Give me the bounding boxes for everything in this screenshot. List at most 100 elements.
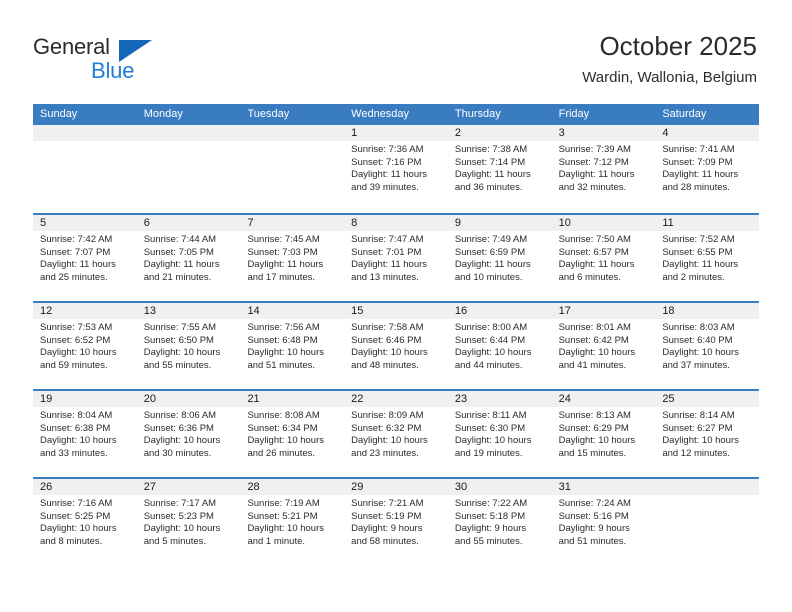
daylight-text: Daylight: 9 hours and 55 minutes. — [454, 523, 527, 547]
sunset-text: Sunset: 5:16 PM — [558, 510, 629, 522]
calendar-day-cell[interactable]: 1 Sunrise: 7:36 AM Sunset: 7:16 PM Daylight… — [344, 125, 448, 213]
calendar-day-cell[interactable]: 26 Sunrise: 7:16 AM Sunset: 5:25 PM Dayligh… — [33, 479, 137, 565]
calendar-day-cell[interactable]: 27 Sunrise: 7:17 AM Sunset: 5:23 PM Dayligh… — [136, 479, 241, 565]
sunrise-text: Sunrise: 7:17 AM — [143, 498, 217, 509]
day-number: 30 — [447, 479, 552, 495]
calendar-day-cell-empty — [240, 125, 345, 213]
day-sun-info: Sunrise: 7:17 AM Sunset: 5:23 PM Daylight:… — [137, 495, 241, 548]
calendar-day-cell-empty — [136, 125, 241, 213]
calendar-day-cell[interactable]: 16 Sunrise: 8:00 AM Sunset: 6:44 PM Dayligh… — [447, 303, 552, 389]
calendar-day-cell[interactable]: 31 Sunrise: 7:24 AM Sunset: 5:16 PM Dayligh… — [551, 479, 656, 565]
calendar-day-cell[interactable]: 3 Sunrise: 7:39 AM Sunset: 7:12 PM Daylight… — [551, 125, 656, 213]
calendar-day-cell[interactable]: 22 Sunrise: 8:09 AM Sunset: 6:32 PM Dayligh… — [344, 391, 448, 477]
day-sun-info: Sunrise: 7:38 AM Sunset: 7:14 PM Daylight:… — [448, 141, 552, 194]
daylight-text: Daylight: 11 hours and 25 minutes. — [40, 259, 116, 283]
day-number: 24 — [551, 391, 656, 407]
calendar-day-cell[interactable]: 2 Sunrise: 7:38 AM Sunset: 7:14 PM Daylight… — [447, 125, 552, 213]
daylight-text: Daylight: 10 hours and 15 minutes. — [558, 435, 636, 459]
calendar-day-cell[interactable]: 25 Sunrise: 8:14 AM Sunset: 6:27 PM Dayligh… — [655, 391, 760, 477]
calendar-day-cell[interactable]: 6 Sunrise: 7:44 AM Sunset: 7:05 PM Daylight… — [136, 215, 241, 301]
sunrise-text: Sunrise: 7:49 AM — [454, 234, 528, 245]
generalblue-logo[interactable]: General Blue — [33, 34, 213, 86]
daylight-text: Daylight: 11 hours and 32 minutes. — [558, 169, 635, 193]
day-number: 31 — [551, 479, 656, 495]
sunrise-text: Sunrise: 7:41 AM — [662, 144, 735, 155]
calendar-day-cell[interactable]: 21 Sunrise: 8:08 AM Sunset: 6:34 PM Dayligh… — [240, 391, 345, 477]
calendar-day-cell[interactable]: 28 Sunrise: 7:19 AM Sunset: 5:21 PM Dayligh… — [240, 479, 345, 565]
sunset-text: Sunset: 6:32 PM — [351, 422, 422, 434]
day-sun-info: Sunrise: 8:13 AM Sunset: 6:29 PM Daylight:… — [552, 407, 656, 460]
calendar-weeks: 1 Sunrise: 7:36 AM Sunset: 7:16 PM Daylight… — [33, 125, 760, 565]
calendar-day-cell[interactable]: 12 Sunrise: 7:53 AM Sunset: 6:52 PM Dayligh… — [33, 303, 137, 389]
sunrise-text: Sunrise: 7:58 AM — [351, 322, 424, 333]
day-sun-info: Sunrise: 7:21 AM Sunset: 5:19 PM Daylight:… — [344, 495, 448, 548]
daylight-text: Daylight: 10 hours and 23 minutes. — [351, 435, 428, 459]
page-subtitle-location: Wardin, Wallonia, Belgium — [582, 69, 757, 86]
sunrise-text: Sunrise: 8:04 AM — [40, 410, 113, 421]
daylight-text: Daylight: 9 hours and 51 minutes. — [558, 523, 630, 547]
daylight-text: Daylight: 11 hours and 21 minutes. — [143, 259, 220, 283]
day-number: 2 — [447, 125, 552, 141]
sunset-text: Sunset: 6:40 PM — [662, 334, 733, 346]
calendar-day-cell[interactable]: 29 Sunrise: 7:21 AM Sunset: 5:19 PM Dayligh… — [344, 479, 448, 565]
calendar-day-cell[interactable]: 11 Sunrise: 7:52 AM Sunset: 6:55 PM Dayligh… — [655, 215, 760, 301]
day-number: 20 — [136, 391, 241, 407]
day-number: 23 — [447, 391, 552, 407]
calendar-day-cell[interactable]: 5 Sunrise: 7:42 AM Sunset: 7:07 PM Daylight… — [33, 215, 137, 301]
day-sun-info: Sunrise: 7:49 AM Sunset: 6:59 PM Daylight:… — [448, 231, 552, 284]
day-number: 7 — [240, 215, 345, 231]
calendar-day-cell[interactable]: 14 Sunrise: 7:56 AM Sunset: 6:48 PM Dayligh… — [240, 303, 345, 389]
calendar-day-cell[interactable]: 4 Sunrise: 7:41 AM Sunset: 7:09 PM Daylight… — [655, 125, 760, 213]
daylight-text: Daylight: 10 hours and 12 minutes. — [662, 435, 739, 459]
calendar-day-cell[interactable]: 7 Sunrise: 7:45 AM Sunset: 7:03 PM Daylight… — [240, 215, 345, 301]
weekday-header-thursday: Thursday — [454, 108, 501, 120]
calendar-day-cell[interactable]: 9 Sunrise: 7:49 AM Sunset: 6:59 PM Daylight… — [447, 215, 552, 301]
calendar-day-cell[interactable]: 15 Sunrise: 7:58 AM Sunset: 6:46 PM Dayligh… — [344, 303, 448, 389]
day-sun-info: Sunrise: 7:53 AM Sunset: 6:52 PM Daylight:… — [33, 319, 137, 372]
day-sun-info: Sunrise: 7:44 AM Sunset: 7:05 PM Daylight:… — [137, 231, 241, 284]
calendar-day-cell[interactable]: 30 Sunrise: 7:22 AM Sunset: 5:18 PM Dayligh… — [447, 479, 552, 565]
calendar-day-cell[interactable]: 20 Sunrise: 8:06 AM Sunset: 6:36 PM Dayligh… — [136, 391, 241, 477]
sunrise-text: Sunrise: 7:16 AM — [40, 498, 113, 509]
weekday-header-sunday: Sunday — [40, 108, 78, 120]
calendar-day-cell[interactable]: 13 Sunrise: 7:55 AM Sunset: 6:50 PM Dayligh… — [136, 303, 241, 389]
calendar-day-cell[interactable]: 17 Sunrise: 8:01 AM Sunset: 6:42 PM Dayligh… — [551, 303, 656, 389]
sunrise-text: Sunrise: 7:50 AM — [558, 234, 631, 245]
sunset-text: Sunset: 6:27 PM — [662, 422, 733, 434]
day-number — [136, 125, 241, 141]
sunrise-text: Sunrise: 8:01 AM — [558, 322, 631, 333]
weekday-header-friday: Friday — [558, 108, 590, 120]
calendar-day-cell[interactable]: 24 Sunrise: 8:13 AM Sunset: 6:29 PM Dayligh… — [551, 391, 656, 477]
calendar-day-cell[interactable]: 23 Sunrise: 8:11 AM Sunset: 6:30 PM Dayligh… — [447, 391, 552, 477]
sunrise-text: Sunrise: 7:19 AM — [247, 498, 320, 509]
sunset-text: Sunset: 7:03 PM — [247, 246, 318, 258]
calendar-day-cell[interactable]: 18 Sunrise: 8:03 AM Sunset: 6:40 PM Dayligh… — [655, 303, 760, 389]
sunrise-text: Sunrise: 7:39 AM — [558, 144, 631, 155]
daylight-text: Daylight: 10 hours and 8 minutes. — [40, 523, 117, 547]
weekday-header-tuesday: Tuesday — [247, 108, 290, 120]
day-number: 9 — [447, 215, 552, 231]
sunset-text: Sunset: 6:50 PM — [143, 334, 214, 346]
calendar-day-cell[interactable]: 8 Sunrise: 7:47 AM Sunset: 7:01 PM Daylight… — [344, 215, 448, 301]
sunset-text: Sunset: 7:09 PM — [662, 156, 733, 168]
day-number: 4 — [655, 125, 760, 141]
calendar-day-cell[interactable]: 19 Sunrise: 8:04 AM Sunset: 6:38 PM Dayligh… — [33, 391, 137, 477]
sunset-text: Sunset: 6:44 PM — [454, 334, 526, 346]
sunset-text: Sunset: 6:29 PM — [558, 422, 629, 434]
day-sun-info: Sunrise: 8:09 AM Sunset: 6:32 PM Daylight:… — [344, 407, 448, 460]
day-number: 26 — [33, 479, 137, 495]
day-sun-info: Sunrise: 7:45 AM Sunset: 7:03 PM Daylight:… — [240, 231, 344, 284]
day-sun-info: Sunrise: 7:58 AM Sunset: 6:46 PM Daylight:… — [344, 319, 448, 372]
sunrise-text: Sunrise: 7:53 AM — [40, 322, 113, 333]
title-block: October 2025 Wardin, Wallonia, Belgium — [582, 30, 757, 88]
day-sun-info: Sunrise: 8:14 AM Sunset: 6:27 PM Daylight:… — [655, 407, 759, 460]
sunset-text: Sunset: 5:18 PM — [454, 510, 526, 522]
day-number: 25 — [655, 391, 760, 407]
sunrise-text: Sunrise: 7:42 AM — [40, 234, 113, 245]
sunset-text: Sunset: 5:19 PM — [351, 510, 422, 522]
day-sun-info: Sunrise: 8:01 AM Sunset: 6:42 PM Daylight:… — [552, 319, 656, 372]
sunrise-text: Sunrise: 7:44 AM — [143, 234, 217, 245]
sunrise-text: Sunrise: 7:36 AM — [351, 144, 424, 155]
calendar-day-cell[interactable]: 10 Sunrise: 7:50 AM Sunset: 6:57 PM Dayligh… — [551, 215, 656, 301]
sunrise-text: Sunrise: 7:38 AM — [454, 144, 528, 155]
